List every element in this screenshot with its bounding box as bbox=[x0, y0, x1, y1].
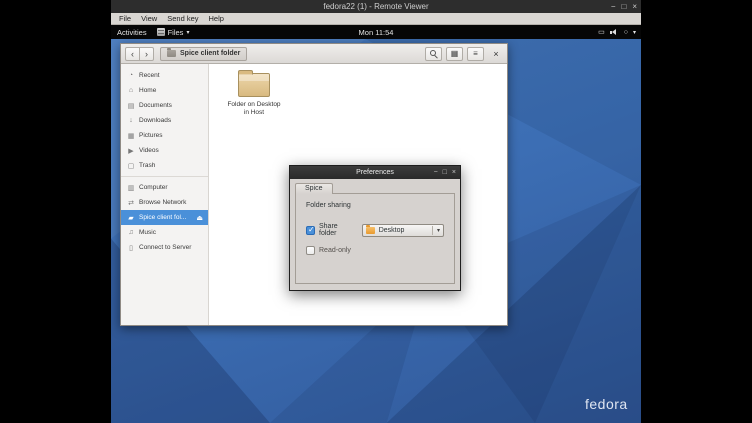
recent-icon: ◔ bbox=[127, 72, 135, 79]
minimize-button[interactable]: − bbox=[611, 3, 616, 11]
viewer-menubar: FileViewSend keyHelp bbox=[111, 13, 641, 25]
close-button[interactable]: × bbox=[452, 169, 456, 176]
folder-icon bbox=[366, 227, 375, 234]
clock[interactable]: Mon 11:54 bbox=[359, 28, 394, 37]
path-button[interactable]: Spice client folder bbox=[160, 47, 247, 61]
app-menu-button[interactable]: Files ▾ bbox=[157, 28, 190, 37]
sidebar-item-label: Videos bbox=[139, 147, 159, 154]
files-headerbar[interactable]: ‹ › Spice client folder ▦ ≡ bbox=[121, 44, 507, 64]
sidebar-item-connect-to-server[interactable]: ▯ Connect to Server bbox=[121, 240, 208, 255]
sidebar-item-label: Connect to Server bbox=[139, 244, 191, 251]
screen-background: fedora22 (1) - Remote Viewer − □ × FileV… bbox=[0, 0, 752, 423]
combo-divider bbox=[432, 226, 433, 235]
sidebar-item-recent[interactable]: ◔ Recent bbox=[121, 68, 208, 83]
share-folder-checkbox[interactable] bbox=[306, 226, 315, 235]
viewer-titlebar[interactable]: fedora22 (1) - Remote Viewer − □ × bbox=[111, 0, 641, 13]
share-folder-label: Share folder bbox=[319, 223, 353, 237]
power-icon[interactable]: ○ bbox=[624, 29, 628, 36]
music-icon: ♫ bbox=[127, 229, 135, 236]
folder-icon: ▰ bbox=[127, 214, 135, 222]
trash-icon: ▢ bbox=[127, 162, 135, 170]
path-label: Spice client folder bbox=[180, 50, 240, 57]
back-button[interactable]: ‹ bbox=[125, 47, 140, 61]
menu-view[interactable]: View bbox=[136, 14, 162, 23]
documents-icon: ▤ bbox=[127, 102, 135, 110]
network-icon: ⇄ bbox=[127, 199, 135, 207]
sidebar-item-home[interactable]: ⌂ Home bbox=[121, 83, 208, 98]
sidebar-item-computer[interactable]: ▥ Computer bbox=[121, 180, 208, 195]
remote-viewer-window: fedora22 (1) - Remote Viewer − □ × FileV… bbox=[111, 0, 641, 423]
volume-icon[interactable] bbox=[610, 28, 619, 37]
desktop-wallpaper: fedora ‹ › Spice client folder bbox=[111, 39, 641, 423]
sidebar-item-downloads[interactable]: ↓ Downloads bbox=[121, 113, 208, 128]
app-menu-label: Files bbox=[168, 28, 184, 37]
vm-screen: Activities Files ▾ Mon 11:54 ▭ ○ ▾ bbox=[111, 25, 641, 423]
grid-view-button[interactable]: ▦ bbox=[446, 47, 463, 61]
window-close-button[interactable]: × bbox=[489, 47, 503, 61]
maximize-button[interactable]: □ bbox=[443, 169, 447, 176]
folder-item-label: Folder on Desktop in Host bbox=[227, 101, 280, 118]
search-button[interactable] bbox=[425, 47, 442, 61]
close-button[interactable]: × bbox=[632, 3, 637, 11]
forward-button[interactable]: › bbox=[139, 47, 154, 61]
shared-folder-select[interactable]: Desktop ▾ bbox=[362, 224, 444, 237]
maximize-button[interactable]: □ bbox=[621, 3, 626, 11]
sidebar-item-videos[interactable]: ▶ Videos bbox=[121, 143, 208, 158]
menu-send-key[interactable]: Send key bbox=[162, 14, 203, 23]
sidebar-item-label: Downloads bbox=[139, 117, 171, 124]
menu-help[interactable]: Help bbox=[204, 14, 229, 23]
gnome-topbar: Activities Files ▾ Mon 11:54 ▭ ○ ▾ bbox=[111, 25, 641, 39]
sidebar-item-label: Trash bbox=[139, 162, 155, 169]
shared-folder-value: Desktop bbox=[379, 227, 405, 234]
sidebar-item-music[interactable]: ♫ Music bbox=[121, 225, 208, 240]
sidebar-item-browse-network[interactable]: ⇄ Browse Network bbox=[121, 195, 208, 210]
chevron-down-icon: ▾ bbox=[437, 227, 440, 234]
folder-sharing-heading: Folder sharing bbox=[306, 202, 444, 209]
sidebar-item-pictures[interactable]: ▦ Pictures bbox=[121, 128, 208, 143]
sidebar-item-spice-client-fol[interactable]: ▰ Spice client fol... ⏏ bbox=[121, 210, 208, 225]
preferences-title: Preferences bbox=[356, 169, 394, 176]
sidebar-item-label: Computer bbox=[139, 184, 168, 191]
downloads-icon: ↓ bbox=[127, 117, 135, 124]
home-icon: ⌂ bbox=[127, 87, 135, 94]
menu-file[interactable]: File bbox=[114, 14, 136, 23]
sidebar-item-label: Documents bbox=[139, 102, 172, 109]
system-menu-chevron-icon[interactable]: ▾ bbox=[633, 29, 636, 36]
activities-button[interactable]: Activities bbox=[117, 28, 147, 37]
fedora-logo: fedora bbox=[585, 396, 628, 412]
sidebar-separator bbox=[121, 176, 208, 177]
preferences-dialog: Preferences − □ × Spice Folder sharing bbox=[289, 165, 461, 291]
eject-icon[interactable]: ⏏ bbox=[196, 214, 203, 222]
sidebar-item-documents[interactable]: ▤ Documents bbox=[121, 98, 208, 113]
sidebar-item-label: Music bbox=[139, 229, 156, 236]
sidebar-item-trash[interactable]: ▢ Trash bbox=[121, 158, 208, 173]
display-icon[interactable]: ▭ bbox=[598, 29, 605, 36]
sidebar-item-label: Home bbox=[139, 87, 156, 94]
minimize-button[interactable]: − bbox=[434, 169, 438, 176]
sidebar-item-label: Browse Network bbox=[139, 199, 186, 206]
folder-icon bbox=[238, 73, 270, 97]
chevron-down-icon: ▾ bbox=[186, 29, 189, 36]
menu-button[interactable]: ≡ bbox=[467, 47, 484, 61]
files-sidebar: ◔ Recent ⌂ Home ▤ Documents ↓ Downloads ▦ Picture… bbox=[121, 64, 209, 325]
sidebar-item-label: Pictures bbox=[139, 132, 162, 139]
spice-tab-page: Folder sharing Share folder Desktop ▾ bbox=[295, 193, 455, 284]
viewer-title: fedora22 (1) - Remote Viewer bbox=[323, 2, 428, 11]
computer-icon: ▥ bbox=[127, 184, 135, 192]
videos-icon: ▶ bbox=[127, 147, 135, 155]
pictures-icon: ▦ bbox=[127, 132, 135, 140]
folder-icon bbox=[167, 50, 176, 57]
preferences-titlebar[interactable]: Preferences − □ × bbox=[290, 166, 460, 179]
folder-item[interactable]: Folder on Desktop in Host bbox=[221, 73, 287, 118]
read-only-label: Read-only bbox=[319, 247, 351, 254]
files-app-icon bbox=[157, 28, 165, 36]
search-icon bbox=[430, 50, 438, 58]
server-icon: ▯ bbox=[127, 244, 135, 252]
sidebar-item-label: Recent bbox=[139, 72, 160, 79]
read-only-checkbox[interactable] bbox=[306, 246, 315, 255]
sidebar-item-label: Spice client fol... bbox=[139, 214, 186, 221]
tab-spice[interactable]: Spice bbox=[295, 183, 333, 194]
